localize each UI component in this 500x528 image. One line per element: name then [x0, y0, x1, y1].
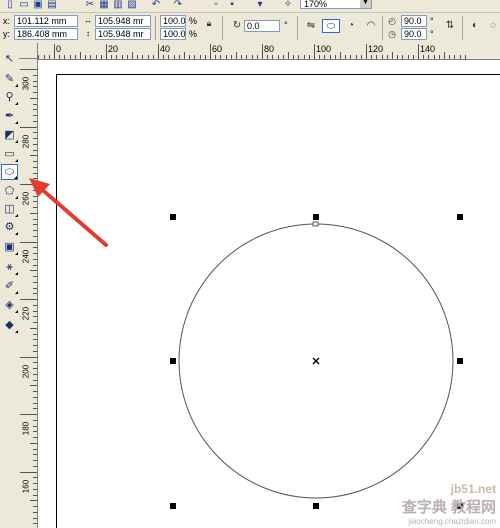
drawing-layer: [29, 178, 463, 509]
watermark-site: jb51.net: [450, 482, 496, 496]
handle-top-center[interactable]: [313, 214, 319, 220]
handle-bottom-left[interactable]: [170, 503, 176, 509]
handle-top-right[interactable]: [457, 214, 463, 220]
watermark-url: jiaocheng.chazidian.com: [408, 517, 496, 526]
watermark-chinese: 查字典 教程网: [401, 499, 496, 516]
handle-bottom-center[interactable]: [313, 503, 319, 509]
ellipse-node[interactable]: [312, 221, 319, 227]
center-marker-icon: [312, 357, 320, 365]
handle-top-left[interactable]: [170, 214, 176, 220]
pointer-arrow: [29, 178, 108, 247]
watermark: jb51.net 查字典 教程网 jiaocheng.chazidian.com: [402, 482, 496, 526]
handle-middle-left[interactable]: [170, 358, 176, 364]
handle-middle-right[interactable]: [457, 358, 463, 364]
